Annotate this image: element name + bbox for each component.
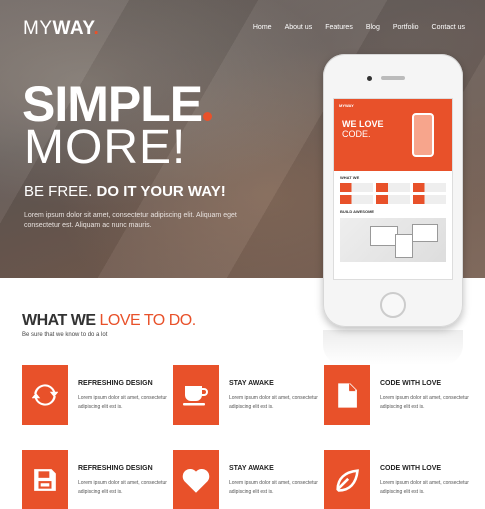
nav-item-about[interactable]: About us [285, 24, 313, 31]
screen-devices-heading: BUILD AWESOME [340, 209, 375, 214]
screen-logo: MYWAY [339, 103, 354, 108]
hero-description: Lorem ipsum dolor sit amet, consectetur … [24, 212, 237, 229]
feature-icon-box [324, 450, 370, 509]
screen-device-monitor [412, 224, 438, 242]
section-title: WHAT WE LOVE TO DO. [22, 312, 196, 330]
phone-screen: MYWAY WE LOVE CODE. WHAT WE BUILD AWESOM… [333, 98, 453, 280]
screen-feature-item [340, 195, 374, 204]
screen-title: WE LOVE CODE. [342, 119, 384, 139]
section-title-bold: WHAT WE [22, 312, 96, 329]
feature-card: CODE WITH LOVE Lorem ipsum dolor sit ame… [324, 365, 474, 425]
phone-mockup: MYWAY WE LOVE CODE. WHAT WE BUILD AWESOM… [323, 54, 463, 327]
feature-text: Lorem ipsum dolor sit amet, consectetur … [78, 480, 167, 495]
feature-card: STAY AWAKE Lorem ipsum dolor sit amet, c… [173, 365, 323, 425]
headline-dot [203, 112, 213, 121]
feature-title: REFRESHING DESIGN [78, 380, 153, 387]
feature-title: CODE WITH LOVE [380, 380, 442, 387]
section-title-light: LOVE TO DO. [99, 312, 196, 329]
main-navigation: Home About us Features Blog Portfolio Co… [253, 24, 465, 31]
tagline-bold: DO IT YOUR WAY! [96, 183, 226, 200]
feature-card: REFRESHING DESIGN Lorem ipsum dolor sit … [22, 365, 172, 425]
feature-icon-box [173, 365, 219, 425]
phone-speaker [381, 76, 405, 80]
screen-feature-item [376, 195, 410, 204]
nav-item-home[interactable]: Home [253, 24, 272, 31]
feature-card: STAY AWAKE Lorem ipsum dolor sit amet, c… [173, 450, 323, 509]
logo-text-my: MY [23, 18, 53, 39]
screen-device-tablet [370, 226, 398, 246]
feature-icon-box [22, 365, 68, 425]
feature-card: REFRESHING DESIGN Lorem ipsum dolor sit … [22, 450, 172, 509]
feature-icon-box [324, 365, 370, 425]
screen-hero: MYWAY WE LOVE CODE. [334, 99, 452, 171]
refresh-icon [32, 384, 58, 406]
tagline-light: BE FREE. [24, 183, 93, 200]
feature-text: Lorem ipsum dolor sit amet, consectetur … [78, 395, 167, 410]
leaf-icon [336, 469, 359, 492]
nav-item-contact[interactable]: Contact us [432, 24, 465, 31]
phone-home-button [380, 292, 406, 318]
screen-title-line2: CODE. [342, 129, 371, 139]
feature-title: STAY AWAKE [229, 465, 274, 472]
site-logo[interactable]: MYWAY. [23, 18, 99, 40]
feature-title: REFRESHING DESIGN [78, 465, 153, 472]
feature-title: CODE WITH LOVE [380, 465, 442, 472]
screen-title-line1: WE LOVE [342, 119, 384, 129]
feature-title: STAY AWAKE [229, 380, 274, 387]
feature-text: Lorem ipsum dolor sit amet, consectetur … [380, 395, 469, 410]
screen-section-heading: WHAT WE [340, 175, 360, 180]
feature-text: Lorem ipsum dolor sit amet, consectetur … [229, 480, 318, 495]
screen-feature-item [412, 195, 446, 204]
section-subtitle: Be sure that we know to do a lot [22, 332, 108, 338]
heart-icon [182, 468, 210, 493]
screen-devices-image [340, 218, 446, 262]
screen-phone-image [412, 113, 434, 157]
feature-text: Lorem ipsum dolor sit amet, consectetur … [380, 480, 469, 495]
screen-feature-item [340, 183, 374, 192]
feature-icon-box [22, 450, 68, 509]
screen-device-phone [395, 234, 413, 258]
feature-icon-box [173, 450, 219, 509]
logo-dot: . [93, 18, 100, 39]
nav-item-blog[interactable]: Blog [366, 24, 380, 31]
floppy-disk-icon [34, 469, 56, 491]
screen-feature-item [376, 183, 410, 192]
phone-camera [367, 76, 372, 81]
logo-text-way: WAY [52, 18, 94, 39]
hero-tagline: BE FREE. DO IT YOUR WAY! [24, 183, 226, 200]
feature-card: CODE WITH LOVE Lorem ipsum dolor sit ame… [324, 450, 474, 509]
nav-item-features[interactable]: Features [325, 24, 353, 31]
document-icon [338, 382, 357, 408]
screen-features: WHAT WE BUILD AWESOME [334, 171, 452, 266]
phone-reflection [323, 330, 463, 365]
coffee-cup-icon [183, 386, 208, 406]
nav-item-portfolio[interactable]: Portfolio [393, 24, 419, 31]
feature-text: Lorem ipsum dolor sit amet, consectetur … [229, 395, 318, 410]
hero-subheadline: MORE! [24, 121, 187, 174]
screen-feature-grid [340, 183, 446, 204]
screen-feature-item [412, 183, 446, 192]
page: MYWAY. Home About us Features Blog Portf… [0, 0, 485, 509]
